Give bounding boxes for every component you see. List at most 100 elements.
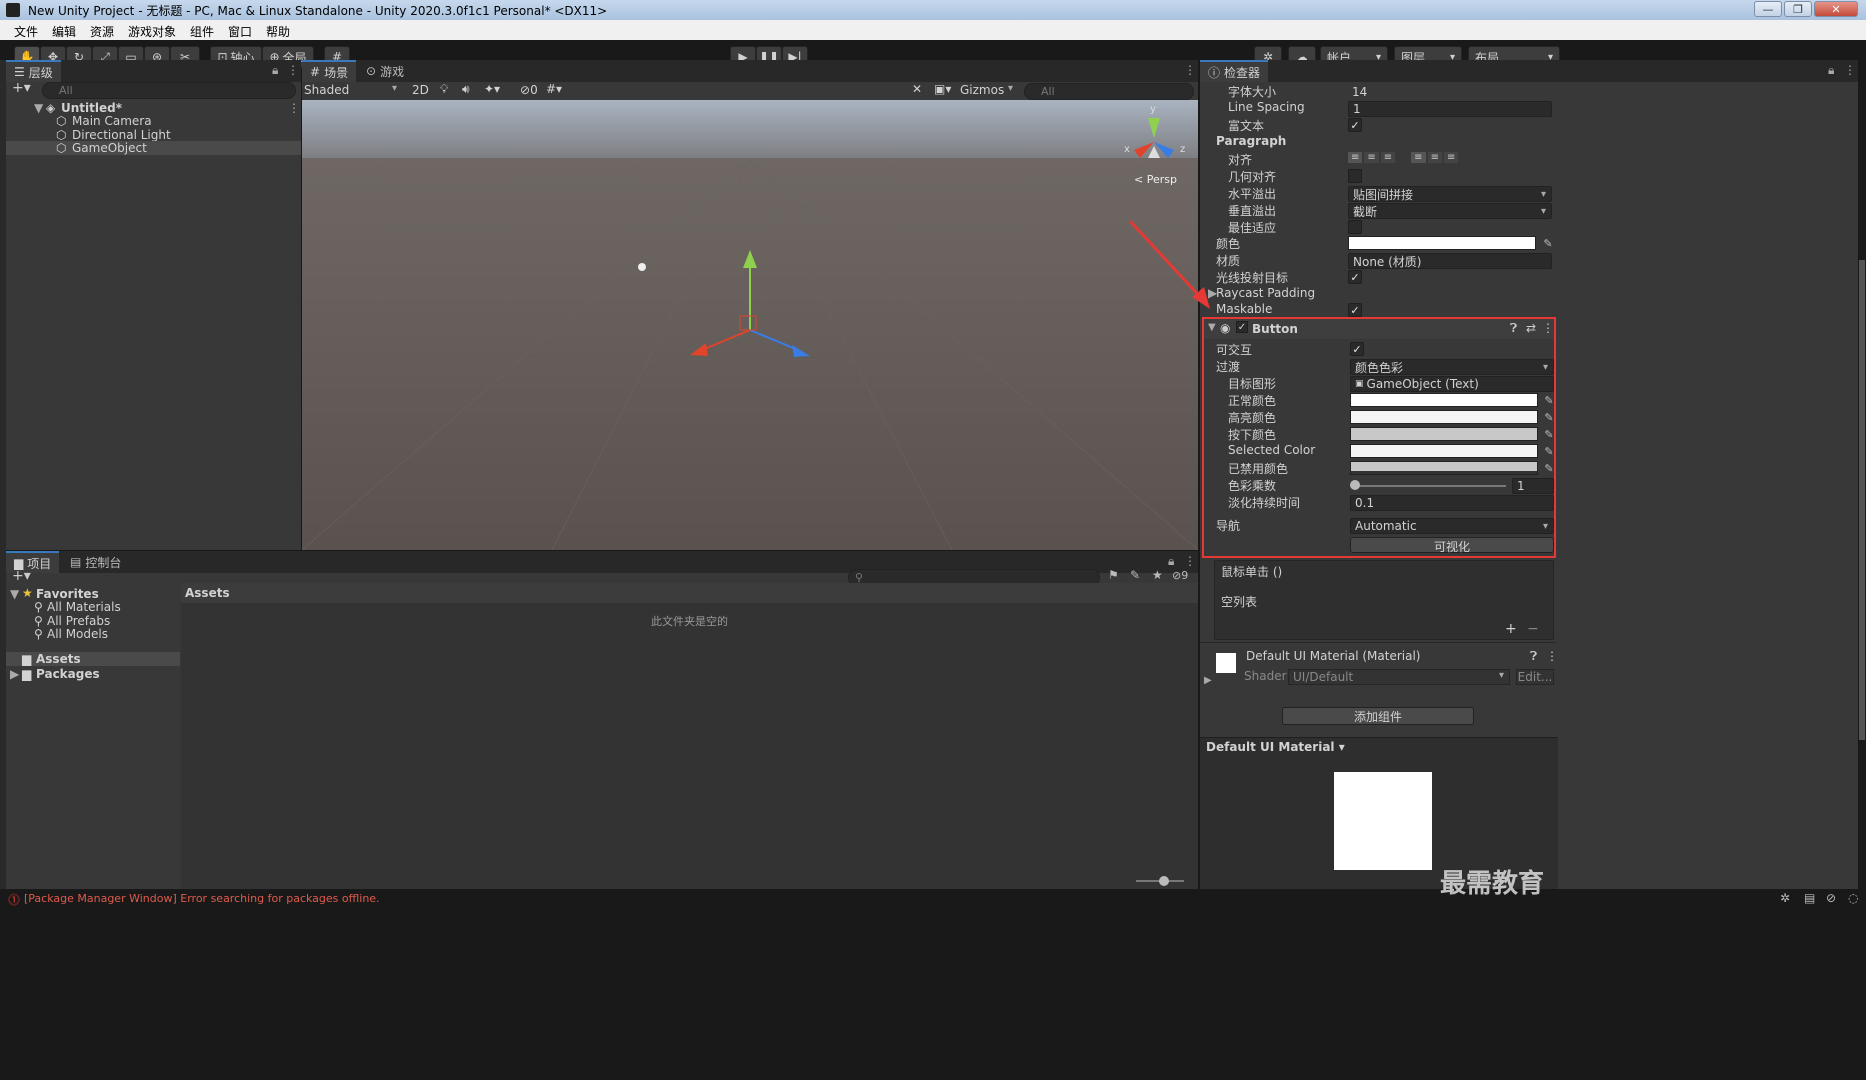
collapse-arrow-icon[interactable]: ▶ (10, 667, 19, 681)
add-button[interactable]: +▾ (12, 80, 31, 96)
tree-item-directional-light[interactable]: Directional Light (72, 128, 171, 142)
help-icon[interactable]: ❓︎ (1530, 649, 1537, 664)
fade-duration-field[interactable]: 0.1 (1350, 495, 1554, 511)
bug-icon[interactable]: ✲ (1780, 891, 1790, 905)
expand-arrow-icon[interactable]: ▼ (34, 101, 43, 115)
align-center-icon[interactable]: ≡ (1364, 152, 1379, 163)
interactable-checkbox[interactable]: ✓ (1350, 342, 1364, 356)
font-size-field[interactable]: 14 (1348, 84, 1550, 100)
debug-icon[interactable]: ⊘ (1826, 891, 1836, 905)
camera-icon[interactable]: ▣▾ (934, 82, 951, 96)
eyedropper-icon[interactable]: ✎ (1543, 394, 1555, 407)
tree-assets-row[interactable]: ▆ Assets (6, 652, 180, 666)
raycast-padding-foldout[interactable]: Raycast Padding (1216, 286, 1315, 300)
scene-viewport[interactable]: y x z < Persp (302, 100, 1198, 550)
add-component-button[interactable]: 添加组件 (1282, 707, 1474, 725)
tools-icon[interactable]: ✕ (912, 82, 922, 96)
menu-edit[interactable]: 编辑 (52, 23, 76, 40)
lighting-icon[interactable]: 💡︎ (440, 82, 448, 97)
breadcrumb-assets[interactable]: Assets (185, 586, 230, 600)
menu-assets[interactable]: 资源 (90, 23, 114, 40)
hidden-objects-toggle[interactable]: ⊘ 0 (520, 83, 538, 97)
effects-icon[interactable]: ✦▾ (484, 82, 500, 96)
color-multiplier-thumb[interactable] (1350, 480, 1360, 490)
persp-label[interactable]: < Persp (1134, 173, 1177, 186)
menu-gameobject[interactable]: 游戏对象 (128, 23, 176, 40)
filter-type-icon[interactable]: ⚑ (1108, 568, 1119, 582)
favorite-star-icon[interactable]: ★ (1152, 568, 1163, 582)
material-field[interactable]: None (材质) (1348, 253, 1552, 269)
rich-text-checkbox[interactable]: ✓ (1348, 118, 1362, 132)
more-icon[interactable]: ⋮ (1542, 321, 1554, 335)
maximize-button[interactable]: ❐ (1784, 1, 1812, 17)
shading-dropdown[interactable]: Shaded (304, 83, 402, 99)
project-add-button[interactable]: +▾ (12, 568, 31, 584)
expand-arrow-icon[interactable]: ▶ (1204, 675, 1212, 686)
minimize-button[interactable]: — (1754, 1, 1782, 17)
menu-file[interactable]: 文件 (14, 23, 38, 40)
eyedropper-icon[interactable]: ✎ (1543, 411, 1555, 424)
progress-icon[interactable]: ◌ (1848, 891, 1858, 905)
color-multiplier-field[interactable]: 1 (1512, 478, 1554, 494)
help-icon[interactable]: ❓︎ (1510, 321, 1517, 336)
raycast-checkbox[interactable]: ✓ (1348, 270, 1362, 284)
shader-dropdown[interactable]: UI/Default (1288, 669, 1510, 685)
network-icon[interactable]: ▤ (1804, 891, 1815, 905)
geo-align-checkbox[interactable] (1348, 169, 1362, 183)
tab-game[interactable]: ⊙ 游戏 (358, 60, 412, 82)
tree-item-selected[interactable]: ⬡ GameObject (6, 141, 301, 155)
pressed-color-field[interactable] (1350, 427, 1538, 441)
align-left-icon[interactable]: ≡ (1348, 152, 1363, 163)
add-event-button[interactable]: + (1505, 621, 1517, 637)
maskable-checkbox[interactable]: ✓ (1348, 303, 1362, 317)
edit-shader-button[interactable]: Edit... (1516, 669, 1554, 685)
scene-search[interactable]: All (1024, 83, 1194, 100)
eyedropper-icon[interactable]: ✎ (1542, 237, 1554, 250)
lock-icon[interactable]: 🔒︎ (1828, 63, 1834, 78)
lock-icon[interactable]: 🔒︎ (272, 63, 278, 78)
fav-all-materials[interactable]: All Materials (47, 600, 121, 614)
light-gizmo-icon[interactable] (638, 263, 646, 271)
color-multiplier-slider[interactable] (1352, 485, 1506, 487)
more-icon[interactable]: ⋮ (1844, 63, 1856, 77)
color-field[interactable] (1348, 236, 1536, 250)
inspector-scrollbar[interactable] (1859, 260, 1865, 740)
tree-item-main-camera[interactable]: Main Camera (72, 114, 152, 128)
normal-color-field[interactable] (1350, 393, 1538, 407)
highlight-color-field[interactable] (1350, 410, 1538, 424)
fav-all-prefabs[interactable]: All Prefabs (47, 614, 110, 628)
navigation-dropdown[interactable]: Automatic (1350, 518, 1554, 534)
close-button[interactable]: ✕ (1814, 1, 1858, 17)
zoom-slider-thumb[interactable] (1159, 876, 1169, 886)
remove-event-button[interactable]: − (1527, 621, 1539, 637)
audio-icon[interactable]: 🔊︎ (462, 82, 470, 97)
hierarchy-search[interactable]: All (42, 82, 296, 99)
tab-inspector[interactable]: ⓘ 检查器 (1200, 60, 1269, 82)
fav-all-models[interactable]: All Models (47, 627, 108, 641)
grid-toggle-icon[interactable]: #▾ (546, 82, 562, 96)
visualize-button[interactable]: 可视化 (1350, 537, 1554, 554)
menu-component[interactable]: 组件 (190, 23, 214, 40)
preview-title[interactable]: Default UI Material ▾ (1206, 740, 1345, 754)
h-overflow-dropdown[interactable]: 贴图间拼接 (1348, 186, 1552, 202)
preset-icon[interactable]: ⇄ (1526, 321, 1536, 335)
scene-name[interactable]: Untitled* (61, 101, 122, 115)
more-icon[interactable]: ⋮ (1184, 554, 1196, 568)
menu-window[interactable]: 窗口 (228, 23, 252, 40)
scene-menu-icon[interactable]: ⋮ (288, 101, 300, 115)
align-middle-icon[interactable]: ≡ (1427, 152, 1442, 163)
filter-label-icon[interactable]: ✎ (1130, 568, 1140, 582)
more-icon[interactable]: ⋮ (1184, 63, 1196, 77)
eyedropper-icon[interactable]: ✎ (1543, 462, 1555, 475)
status-error-text[interactable]: [Package Manager Window] Error searching… (24, 892, 380, 905)
hidden-packages-toggle[interactable]: ⊘ 9 (1172, 569, 1188, 582)
lock-icon[interactable]: 🔒︎ (1168, 554, 1174, 569)
best-fit-checkbox[interactable] (1348, 220, 1362, 234)
2d-toggle[interactable]: 2D (412, 83, 429, 97)
align-top-icon[interactable]: ≡ (1411, 152, 1426, 163)
selected-color-field[interactable] (1350, 444, 1538, 458)
v-overflow-dropdown[interactable]: 截断 (1348, 203, 1552, 219)
disabled-color-field[interactable] (1350, 461, 1538, 475)
eyedropper-icon[interactable]: ✎ (1543, 428, 1555, 441)
tab-hierarchy[interactable]: ☰ 层级 (6, 60, 61, 82)
